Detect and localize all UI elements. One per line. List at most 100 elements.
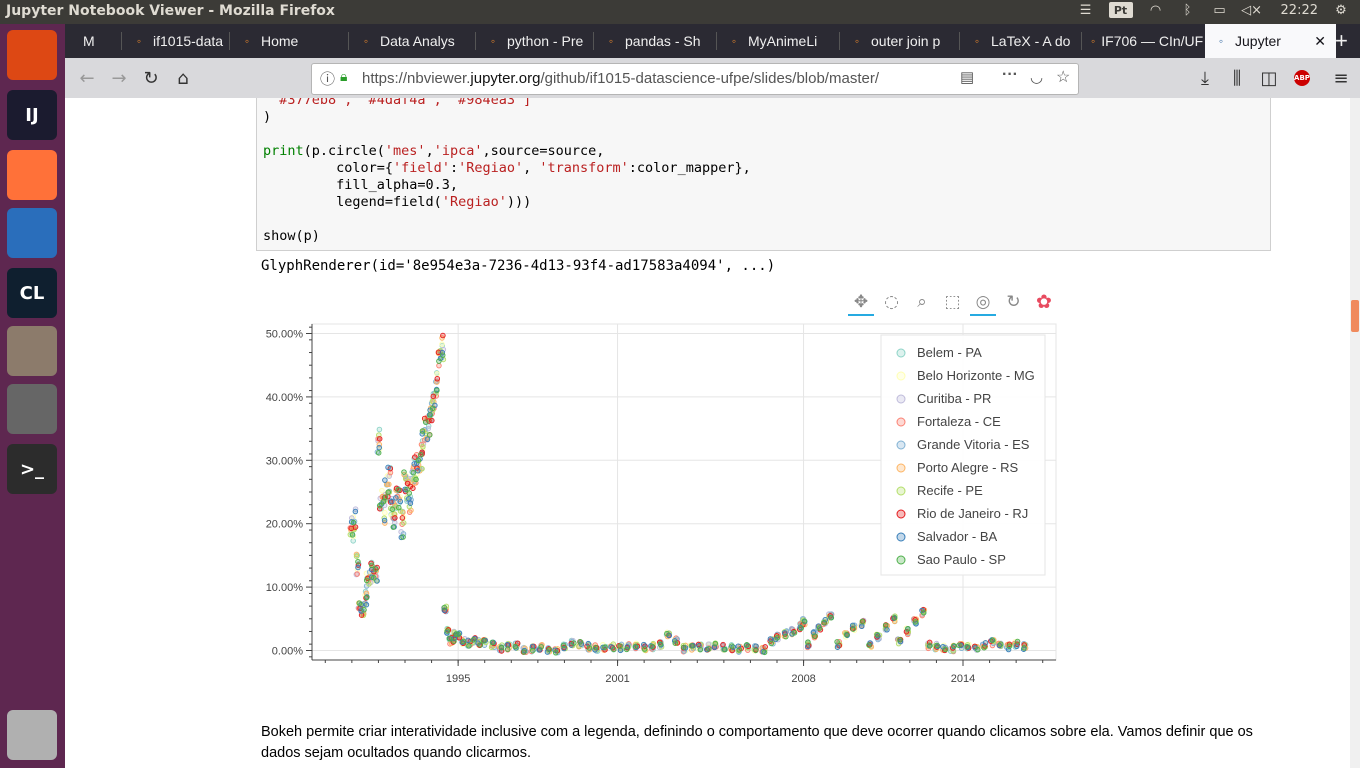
clock[interactable]: 22:22 — [1281, 3, 1318, 18]
lasso-select-icon[interactable]: ◌ — [879, 290, 905, 314]
battery-icon[interactable]: ▭ — [1211, 2, 1229, 18]
data-point — [801, 618, 808, 624]
stackoverflow-icon: ◦ — [608, 34, 614, 48]
browser-tab[interactable]: M — [75, 24, 123, 58]
file-manager-icon[interactable] — [7, 326, 57, 376]
settings-icon[interactable] — [7, 384, 57, 434]
new-tab-button[interactable]: + — [1335, 24, 1357, 58]
tab-separator — [121, 32, 122, 50]
reload-icon[interactable]: ↻ — [137, 64, 165, 92]
legend-label[interactable]: Curitiba - PR — [917, 391, 991, 406]
browser-tab[interactable]: ◦ outer join p — [841, 24, 961, 58]
wifi-icon[interactable]: ◠ — [1147, 2, 1165, 18]
legend-swatch[interactable] — [896, 417, 906, 427]
intellij-icon[interactable]: IJ — [7, 90, 57, 140]
browser-tab[interactable]: ◦ IF706 — CIn/UF — [1083, 24, 1203, 58]
power-gear-icon[interactable]: ⚙ — [1332, 2, 1350, 18]
close-tab-icon[interactable]: ✕ — [1314, 33, 1326, 50]
home-icon[interactable]: ⌂ — [169, 64, 197, 92]
legend-swatch[interactable] — [896, 486, 906, 496]
browser-tab[interactable]: ◦ pandas - Sh — [595, 24, 718, 58]
legend-swatch[interactable] — [896, 555, 906, 565]
browser-tab[interactable]: ◦ Jupyter ✕ — [1205, 24, 1336, 58]
legend-label[interactable]: Salvador - BA — [917, 529, 998, 544]
legend-label[interactable]: Porto Alegre - RS — [917, 460, 1018, 475]
libreoffice-writer-icon[interactable] — [7, 208, 57, 258]
hamburger-menu-icon[interactable]: ≡ — [1327, 64, 1355, 92]
box-zoom-icon[interactable]: ⌕ — [909, 290, 935, 314]
data-point — [401, 469, 407, 475]
bokeh-scatter-plot[interactable]: 0.00% 10.00% 20.00% 30.00% 40.00% 50.00% 1995 2… — [259, 316, 1129, 706]
data-point — [850, 626, 856, 632]
sidebar-icon[interactable]: ◫ — [1255, 64, 1283, 92]
page-actions-icon[interactable]: ··· — [1002, 66, 1018, 84]
pocket-icon[interactable]: ◡ — [1030, 68, 1043, 86]
legend-swatch[interactable] — [896, 394, 906, 404]
data-point — [859, 618, 866, 625]
browser-tab[interactable]: ◦ if1015-data — [123, 24, 231, 58]
clion-icon[interactable]: CL — [7, 268, 57, 318]
legend-label[interactable]: Sao Paulo - SP — [917, 552, 1006, 567]
volume-muted-icon[interactable]: ◁× — [1241, 2, 1262, 18]
code-token: fill_alpha=0.3, — [263, 177, 459, 193]
data-point — [439, 352, 446, 358]
data-point — [623, 646, 630, 653]
url-bar[interactable]: ⓘ 🔒︎ https://nbviewer.jupyter.org/github… — [311, 63, 1079, 95]
latex-icon: ◦ — [974, 34, 980, 48]
forward-arrow-icon[interactable]: → — [105, 64, 133, 92]
input-language-indicator[interactable]: Pt — [1108, 2, 1133, 18]
data-point — [834, 639, 840, 645]
data-point — [891, 615, 898, 621]
legend-swatch[interactable] — [896, 440, 906, 450]
url-text[interactable]: https://nbviewer.jupyter.org/github/if10… — [362, 70, 922, 87]
bluetooth-icon[interactable]: ᛒ — [1179, 2, 1197, 18]
browser-tab[interactable]: ◦ Data Analys — [350, 24, 476, 58]
trash-icon[interactable] — [7, 710, 57, 760]
bookmark-star-icon[interactable]: ☆ — [1056, 67, 1070, 87]
legend-label[interactable]: Fortaleza - CE — [917, 414, 1001, 429]
keyboard-menu-icon[interactable]: ☰ — [1077, 2, 1095, 18]
back-arrow-icon[interactable]: ← — [73, 64, 101, 92]
legend-swatch[interactable] — [896, 509, 906, 519]
y-tick-label: 10.00% — [266, 582, 304, 594]
bokeh-toolbar: ✥ ◌ ⌕ ⬚ ◎ ↻ ✿ — [848, 288, 1058, 318]
data-point — [410, 470, 417, 476]
legend-swatch[interactable] — [896, 348, 906, 358]
box-select-icon[interactable]: ⬚ — [940, 290, 966, 314]
legend-label[interactable]: Belem - PA — [917, 345, 982, 360]
legend-label[interactable]: Belo Horizonte - MG — [917, 368, 1035, 383]
data-point — [382, 510, 388, 516]
data-point — [400, 534, 406, 540]
url-prefix: https://nbviewer. — [362, 70, 471, 87]
bokeh-logo-icon[interactable]: ✿ — [1031, 290, 1057, 314]
data-point — [964, 643, 970, 650]
data-point — [571, 640, 577, 646]
legend-label[interactable]: Grande Vitoria - ES — [917, 437, 1030, 452]
browser-tab[interactable]: ◦ Home — [231, 24, 349, 58]
browser-tab[interactable]: ◦ LaTeX - A do — [961, 24, 1081, 58]
page-scrollbar[interactable] — [1350, 98, 1360, 768]
page-scroll-thumb[interactable] — [1351, 300, 1359, 332]
legend-swatch[interactable] — [896, 463, 906, 473]
legend-label[interactable]: Recife - PE — [917, 483, 983, 498]
downloads-icon[interactable]: ⤓ — [1191, 64, 1219, 92]
library-icon[interactable]: ⫼ — [1223, 64, 1251, 92]
data-point — [392, 515, 398, 521]
ubuntu-dash-icon[interactable] — [7, 30, 57, 80]
info-icon[interactable]: ⓘ — [320, 68, 335, 89]
legend-label[interactable]: Rio de Janeiro - RJ — [917, 506, 1028, 521]
wheel-zoom-icon[interactable]: ◎ — [970, 290, 996, 316]
data-point — [375, 450, 382, 456]
legend-swatch[interactable] — [896, 371, 906, 381]
code-cell[interactable]: "#377eb8", "#4daf4a", "#984ea3"] ) print… — [256, 98, 1271, 251]
adblock-plus-icon[interactable]: ABP — [1288, 64, 1316, 92]
code-token: , — [523, 160, 540, 176]
browser-tab[interactable]: ◦ MyAnimeLi — [718, 24, 841, 58]
reset-icon[interactable]: ↻ — [1001, 290, 1027, 314]
firefox-icon[interactable] — [7, 150, 57, 200]
browser-tab[interactable]: ◦ python - Pre — [477, 24, 595, 58]
terminal-icon[interactable]: >_ — [7, 444, 57, 494]
pan-tool-icon[interactable]: ✥ — [848, 290, 874, 316]
legend-swatch[interactable] — [896, 532, 906, 542]
reader-view-icon[interactable]: ▤ — [960, 68, 974, 86]
